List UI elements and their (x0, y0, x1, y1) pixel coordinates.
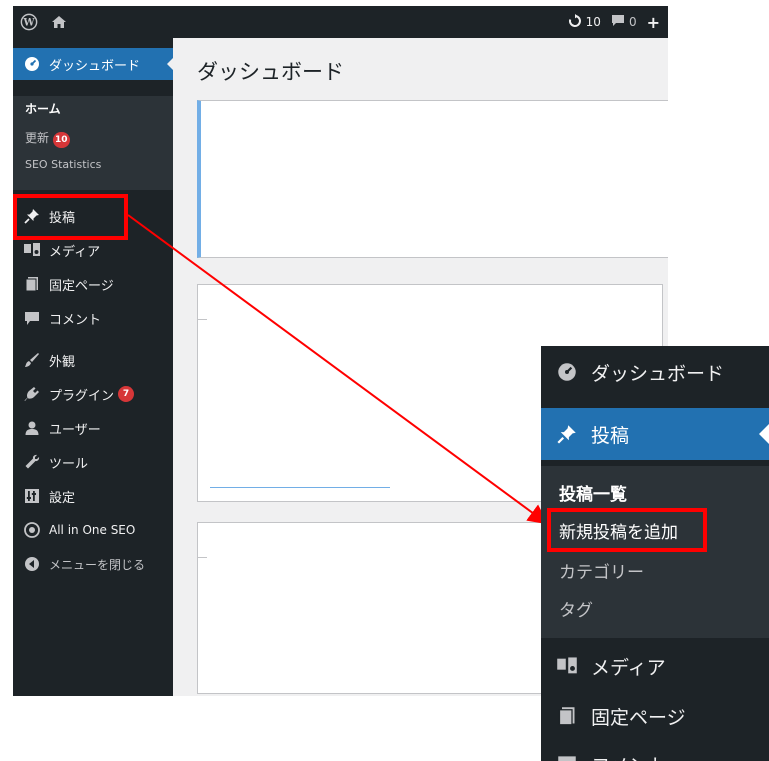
widget-link-underline (210, 487, 390, 488)
sidebar-item-label: ツール (49, 456, 89, 472)
collapse-arrow-icon (21, 556, 43, 572)
sidebar-item-label: メディア (49, 244, 101, 260)
posts-highlight-box (13, 194, 128, 240)
page-title: ダッシュボード (197, 60, 344, 84)
comment-icon (553, 755, 581, 761)
zoom-submenu-all-posts[interactable]: 投稿一覧 (559, 480, 627, 505)
comment-icon (21, 311, 43, 326)
sidebar-item-label: ユーザー (49, 422, 101, 438)
widget-divider (197, 319, 207, 320)
media-icon (553, 656, 581, 676)
comments-link[interactable]: 0 (611, 14, 637, 30)
zoom-item-label: 固定ページ (591, 706, 686, 729)
new-content-link[interactable]: + (647, 13, 660, 32)
plugin-icon (21, 386, 43, 402)
zoom-submenu-categories[interactable]: カテゴリー (559, 558, 644, 583)
wrench-icon (21, 454, 43, 470)
submenu-seo-statistics[interactable]: SEO Statistics (25, 158, 101, 171)
submenu-home[interactable]: ホーム (25, 100, 61, 117)
zoom-current-arrow (759, 424, 769, 444)
sidebar-item-label: ダッシュボード (49, 58, 141, 74)
sidebar-item-appearance[interactable]: 外観 (13, 344, 173, 376)
svg-text:W: W (22, 18, 35, 29)
dashboard-gauge-icon (553, 362, 581, 382)
refresh-icon (568, 13, 582, 31)
sidebar-item-plugins[interactable]: プラグイン 7 (13, 378, 173, 410)
updates-badge: 10 (53, 132, 70, 148)
widget-divider (197, 557, 207, 558)
plus-icon: + (646, 12, 660, 32)
admin-bar-right: 10 0 + (568, 6, 660, 38)
page-icon (21, 276, 43, 292)
submenu-updates[interactable]: 更新 10 (25, 129, 70, 148)
sidebar-item-comments[interactable]: コメント (13, 302, 173, 334)
media-icon (21, 242, 43, 258)
sidebar-item-label: 固定ページ (49, 278, 114, 294)
sidebar-item-label: メニューを閉じる (49, 557, 146, 572)
plugins-badge: 7 (118, 386, 135, 402)
zoomed-menu-callout: ダッシュボード 投稿 投稿一覧 新規投稿を追加 カテゴリー タグ メディア 固定… (541, 346, 769, 761)
user-icon (21, 420, 43, 436)
sidebar-item-label: プラグイン (49, 388, 115, 404)
pin-icon (553, 424, 581, 444)
settings-sliders-icon (21, 488, 43, 504)
zoom-item-pages[interactable]: 固定ページ (541, 690, 769, 742)
wordpress-logo-icon[interactable]: W (19, 12, 39, 32)
updates-count: 10 (585, 15, 601, 29)
sidebar-item-all-in-one-seo[interactable]: All in One SEO (13, 514, 173, 546)
comment-bubble-icon (611, 14, 625, 30)
updates-link[interactable]: 10 (568, 13, 601, 31)
zoom-item-posts[interactable]: 投稿 (541, 408, 769, 460)
sidebar-item-settings[interactable]: 設定 (13, 480, 173, 512)
zoom-item-label: メディア (591, 656, 666, 679)
sidebar-item-label: All in One SEO (49, 523, 136, 537)
sidebar-item-tools[interactable]: ツール (13, 446, 173, 478)
sidebar-item-label: コメント (49, 312, 102, 328)
seo-gear-icon (21, 522, 43, 538)
zoom-posts-submenu: 投稿一覧 新規投稿を追加 カテゴリー タグ (541, 466, 769, 638)
sidebar-item-label: 外観 (49, 354, 76, 370)
zoom-submenu-tags[interactable]: タグ (559, 596, 593, 621)
welcome-panel (197, 100, 668, 258)
sidebar-item-users[interactable]: ユーザー (13, 412, 173, 444)
zoom-item-comments[interactable]: コメント (541, 738, 769, 761)
dashboard-submenu: ホーム 更新 10 SEO Statistics (13, 96, 173, 190)
sidebar-collapse-menu[interactable]: メニューを閉じる (13, 548, 173, 580)
add-new-highlight-box (547, 508, 707, 552)
sidebar-item-label: 設定 (49, 490, 76, 506)
zoom-item-dashboard[interactable]: ダッシュボード (541, 346, 769, 398)
zoom-item-label: 投稿 (591, 424, 630, 447)
admin-bar: W 10 0 + (13, 6, 668, 38)
admin-sidebar: ダッシュボード ホーム 更新10 SEO Statistics 投稿 メディア (13, 38, 175, 696)
zoom-item-media[interactable]: メディア (541, 640, 769, 692)
zoom-item-label: コメント (591, 751, 667, 761)
sidebar-item-dashboard[interactable]: ダッシュボード (13, 48, 173, 80)
comments-count: 0 (628, 15, 637, 29)
dashboard-gauge-icon (21, 56, 43, 72)
paintbrush-icon (21, 352, 43, 368)
page-icon (553, 706, 581, 726)
home-icon[interactable] (49, 12, 69, 32)
zoom-item-label: ダッシュボード (591, 362, 725, 385)
submenu-updates-label: 更新 (25, 131, 50, 145)
sidebar-item-pages[interactable]: 固定ページ (13, 268, 173, 300)
